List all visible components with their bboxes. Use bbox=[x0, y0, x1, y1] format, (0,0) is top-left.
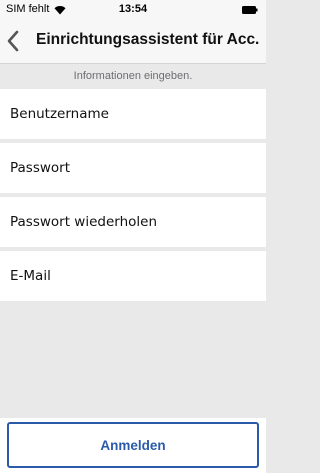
password-field[interactable] bbox=[0, 143, 266, 193]
password-repeat-field[interactable] bbox=[0, 197, 266, 247]
chevron-left-icon[interactable] bbox=[6, 30, 20, 52]
navigation-bar: Einrichtungsassistent für Acc... bbox=[0, 20, 266, 64]
status-time: 13:54 bbox=[118, 3, 148, 15]
email-field[interactable] bbox=[0, 251, 266, 301]
instruction-text: Informationen eingeben. bbox=[73, 70, 193, 82]
username-field[interactable] bbox=[0, 89, 266, 139]
page-title: Einrichtungsassistent für Acc... bbox=[36, 31, 260, 48]
status-bar: SIM fehlt 13:54 bbox=[0, 0, 266, 20]
battery-icon bbox=[242, 5, 258, 14]
login-button[interactable]: Anmelden bbox=[7, 422, 259, 468]
